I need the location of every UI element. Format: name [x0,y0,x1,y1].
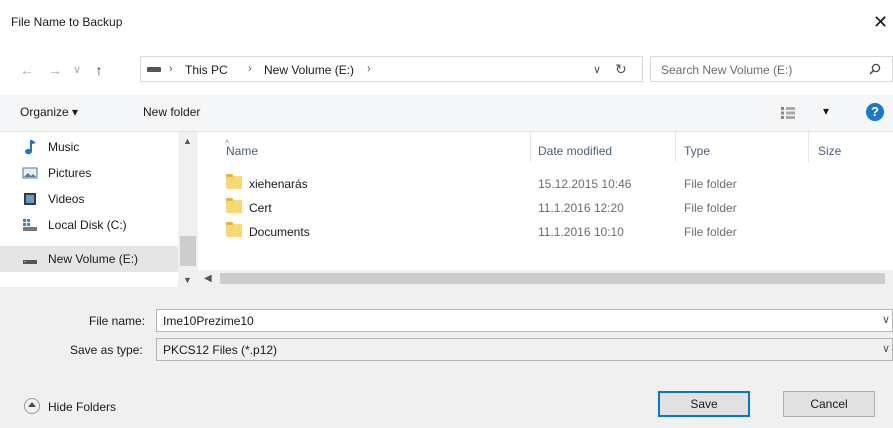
table-row[interactable]: xiehenarás 15.12.2015 10:46 File folder [205,172,893,196]
file-name-dropdown-icon[interactable]: ∨ [882,313,890,326]
search-input[interactable]: Search New Volume (E:) [661,63,792,77]
file-name-field[interactable]: Ime10Prezime10 ∨ [156,309,893,332]
column-header-type[interactable]: Type [684,144,710,158]
file-date: 11.1.2016 12:20 [538,201,624,215]
file-type: File folder [684,201,737,215]
breadcrumb-this-pc[interactable]: This PC [185,63,228,77]
music-icon [25,140,36,155]
folder-icon [226,174,242,189]
column-header-date-modified[interactable]: Date modified [538,144,612,158]
sidebar-item-local-disk[interactable]: Local Disk (C:) [0,212,178,238]
file-name: Cert [249,201,272,215]
cancel-button[interactable]: Cancel [783,391,875,417]
file-name: xiehenarás [249,177,308,191]
sidebar-item-label: Music [48,140,80,154]
view-options-icon[interactable] [781,107,795,119]
organize-menu[interactable]: Organize ▾ [20,105,78,119]
column-divider[interactable] [808,132,809,162]
scroll-up-icon[interactable]: ▲ [183,136,192,146]
toolbar: Organize ▾ New folder ▾ ? [0,94,893,132]
breadcrumb-separator[interactable]: › [367,63,371,75]
title-bar [0,0,893,42]
local-disk-icon [23,219,37,231]
forward-button[interactable]: → [46,60,64,80]
file-name: Documents [249,225,310,239]
pictures-icon [22,167,38,179]
address-bar[interactable]: › This PC › New Volume (E:) › ∨ ↻ [140,56,643,82]
file-type: File folder [684,225,737,239]
file-name-value[interactable]: Ime10Prezime10 [163,314,254,328]
file-name-label: File name: [89,314,146,328]
videos-icon [24,193,36,205]
sidebar-item-pictures[interactable]: Pictures [0,160,178,186]
save-type-dropdown-icon[interactable]: ∨ [882,342,890,355]
table-row[interactable]: Documents 11.1.2016 10:10 File folder [205,220,893,244]
search-icon[interactable] [869,63,881,75]
recent-locations-button[interactable]: ∨ [68,60,86,80]
column-header-size[interactable]: Size [818,144,841,158]
table-row[interactable]: Cert 11.1.2016 12:20 File folder [205,196,893,220]
save-button[interactable]: Save [658,391,750,417]
help-icon[interactable]: ? [866,103,884,121]
folder-icon [226,222,242,237]
drive-icon [147,67,161,72]
navigation-pane: Music Pictures Videos Local Disk (C:) Ne… [0,132,198,287]
column-header-name[interactable]: Name [226,144,258,158]
save-type-label: Save as type: [70,343,143,357]
save-type-select[interactable]: PKCS12 Files (*.p12) ∨ [156,338,893,361]
scroll-down-icon[interactable]: ▼ [183,275,192,285]
back-button[interactable]: ← [18,60,36,80]
address-dropdown-icon[interactable]: ∨ [593,63,601,76]
save-type-value[interactable]: PKCS12 Files (*.p12) [163,343,277,357]
new-folder-button[interactable]: New folder [143,105,200,119]
file-date: 15.12.2015 10:46 [538,177,632,191]
column-divider[interactable] [675,132,676,162]
hscroll-thumb[interactable] [220,273,885,284]
view-dropdown-icon[interactable]: ▾ [823,104,829,118]
folder-icon [226,198,242,213]
window-title: File Name to Backup [11,15,123,29]
sidebar-item-label: Pictures [48,166,92,180]
sidebar-scroll-thumb[interactable] [180,236,196,266]
hide-folders-button[interactable]: Hide Folders [48,400,116,414]
sidebar-item-music[interactable]: Music [0,134,178,160]
sidebar-item-label: Local Disk (C:) [48,218,127,232]
sidebar-item-videos[interactable]: Videos [0,186,178,212]
search-box[interactable]: Search New Volume (E:) [650,56,893,82]
breadcrumb-separator: › [169,63,173,75]
sidebar-item-label: New Volume (E:) [48,252,139,266]
breadcrumb-new-volume[interactable]: New Volume (E:) [264,63,354,77]
scroll-left-icon[interactable]: ◀ [204,273,212,284]
sidebar-item-new-volume[interactable]: New Volume (E:) [0,246,178,272]
file-date: 11.1.2016 10:10 [538,225,624,239]
hide-folders-icon[interactable] [24,398,40,414]
close-button[interactable]: ✕ [873,10,893,34]
refresh-icon[interactable]: ↻ [615,61,627,78]
up-button[interactable]: ↑ [90,60,108,80]
file-type: File folder [684,177,737,191]
breadcrumb-separator: › [248,63,252,75]
drive-icon [23,260,37,264]
sidebar-item-label: Videos [48,192,85,206]
column-divider[interactable] [530,132,531,162]
